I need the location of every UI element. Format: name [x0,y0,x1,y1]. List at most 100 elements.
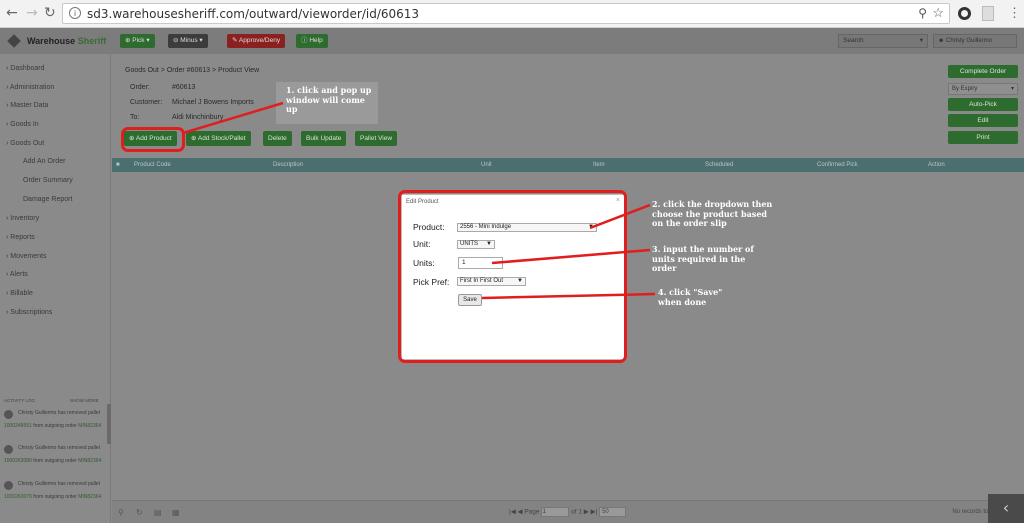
info-icon[interactable]: i [69,7,81,19]
sidebar-item-billable[interactable]: › Billable [6,290,33,297]
search-icon[interactable]: ⚲ [118,508,124,517]
next-page-icon[interactable]: ▶ [584,509,589,516]
sidebar-item-goods-out[interactable]: › Goods Out [6,140,44,147]
step4-note: 4. click "Save" when done [658,287,723,307]
order-link[interactable]: MIN82364 [78,423,101,429]
extension-icon[interactable] [958,7,971,20]
sidebar-item-label: Administration [9,84,55,91]
sidebar-item-order-summary[interactable]: Order Summary [23,177,73,184]
last-page-icon[interactable]: ▶| [591,509,598,516]
logo-icon [7,34,21,48]
chevron-left-icon[interactable]: ‹ [988,494,1024,523]
sidebar-item-label: Movements [10,253,47,260]
pallet-view-button[interactable]: Pallet View [355,131,398,146]
sidebar-item-alerts[interactable]: › Alerts [6,271,28,278]
activity-text: Christy Guillermo has removed pallet [18,445,100,451]
col-scheduled[interactable]: Scheduled [705,162,733,168]
browser-chrome: ← → ↻ i sd3.warehousesheriff.com/outward… [0,0,1024,28]
pick-button[interactable]: ⊕ Pick ▾ [120,34,155,48]
browser-menu-icon[interactable]: ⋮ [1008,5,1021,21]
activity-log: ACTIVITY LOG SHOW MORE Christy Guillermo… [0,398,111,523]
sidebar-item-goods-in[interactable]: › Goods In [6,121,39,128]
per-page-select[interactable]: 50 [599,507,627,517]
sidebar-item-label: Goods In [10,121,39,128]
document-extension-icon[interactable] [982,6,994,21]
pallet-link[interactable]: 1000263080 [4,458,32,464]
bookmark-star-icon[interactable]: ☆ [932,5,944,21]
sidebar-item-subscriptions[interactable]: › Subscriptions [6,309,52,316]
order-link[interactable]: MIN82364 [78,458,101,464]
step2-note: 2. click the dropdown then choose the pr… [652,199,773,228]
sidebar-item-inventory[interactable]: › Inventory [6,215,39,222]
user-name: Christy Guillermo [946,38,993,44]
add-stock-pallet-button[interactable]: ⊕ Add Stock/Pallet [186,131,251,146]
select-all-checkbox[interactable]: ■ [116,162,120,168]
address-bar[interactable]: i sd3.warehousesheriff.com/outward/viewo… [62,3,950,24]
back-icon[interactable]: ← [6,5,18,21]
logo-main-text: Warehouse [27,36,76,46]
help-button[interactable]: ⓘ Help [296,34,328,48]
edit-button[interactable]: Edit [948,114,1018,127]
complete-order-button[interactable]: Complete Order [948,65,1018,78]
pallet-link[interactable]: 1000263079 [4,494,32,500]
col-action[interactable]: Action [928,162,945,168]
sidebar-item-dashboard[interactable]: › Dashboard [6,65,45,72]
col-confirmed-pick[interactable]: Confirmed Pick [817,162,858,168]
chevron-down-icon: ▾ [919,37,923,44]
avatar-icon [4,445,13,454]
add-stock-label: Add Stock/Pallet [197,135,246,142]
calendar-icon[interactable]: ▦ [172,508,180,517]
zoom-icon[interactable]: ⚲ [918,6,927,20]
search-placeholder: Search [843,37,864,44]
order-label: Order: [130,84,150,91]
app-header: Warehouse Sheriff ⊕ Pick ▾ ⊖ Minus ▾ ✎ A… [0,28,1024,54]
sidebar-item-label: Alerts [9,271,28,278]
sidebar-item-reports[interactable]: › Reports [6,234,35,241]
auto-pick-button[interactable]: Auto-Pick [948,98,1018,111]
order-value: #60613 [172,84,196,91]
pick-order-select[interactable]: By Expiry ▾ [948,83,1018,95]
approve-deny-button[interactable]: ✎ Approve/Deny [227,34,286,48]
delete-button[interactable]: Delete [263,131,292,146]
reload-icon[interactable]: ↻ [44,5,56,21]
customer-value: Michael J Bowens Imports [172,99,254,106]
logo[interactable]: Warehouse Sheriff [27,36,106,46]
customer-label: Customer: [130,99,163,106]
col-unit[interactable]: Unit [481,162,492,168]
pallet-link[interactable]: 1000248551 [4,423,32,429]
activity-text: Christy Guillermo has removed pallet [18,410,100,416]
prev-page-icon[interactable]: ◀ [518,509,523,516]
order-link[interactable]: MIN82364 [78,494,101,500]
avatar-icon [4,410,13,419]
forward-icon[interactable]: → [26,5,38,21]
sidebar-item-label: Billable [10,290,33,297]
sidebar-item-master-data[interactable]: › Master Data [6,102,48,109]
activity-log-title: ACTIVITY LOG [4,398,35,403]
page-of-label: of 1 [571,508,582,516]
export-icon[interactable]: ▤ [154,508,162,517]
search-select[interactable]: Search ▾ [838,34,928,48]
activity-scrollbar[interactable] [107,404,111,444]
first-page-icon[interactable]: |◀ [509,509,516,516]
activity-text: from outgoing order [33,458,77,464]
bulk-update-button[interactable]: Bulk Update [301,131,347,146]
user-menu[interactable]: ☻ Christy Guillermo [933,34,1017,48]
col-product-code[interactable]: Product Code [134,162,171,168]
url-text[interactable]: sd3.warehousesheriff.com/outward/vieword… [87,7,419,21]
col-item[interactable]: Item [593,162,605,168]
chevron-down-icon: ▾ [1010,86,1014,92]
minus-button[interactable]: ⊖ Minus ▾ [168,34,208,48]
print-button[interactable]: Print [948,131,1018,144]
show-more-link[interactable]: SHOW MORE [70,398,99,403]
refresh-icon[interactable]: ↻ [136,508,143,517]
sidebar-item-damage-report[interactable]: Damage Report [23,196,72,203]
step1-note: 1. click and pop up window will come up [276,82,378,124]
logo-accent-text: Sheriff [77,36,107,46]
sidebar-item-movements[interactable]: › Movements [6,253,46,260]
col-description[interactable]: Description [273,162,303,168]
sidebar-item-add-an-order[interactable]: Add An Order [23,158,65,165]
page-input[interactable]: 1 [541,507,570,517]
table-footer: ⚲ ↻ ▤ ▦ |◀ ◀ Page 1 of 1 ▶ ▶| 50 No reco… [112,500,1024,523]
sidebar-item-administration[interactable]: › Administration [6,84,54,91]
user-icon: ☻ [938,38,945,44]
